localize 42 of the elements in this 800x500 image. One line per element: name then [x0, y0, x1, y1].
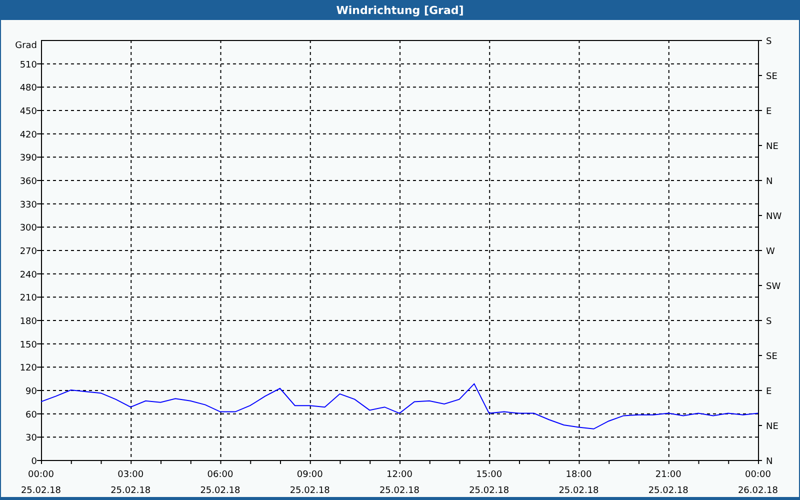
- y-tick-label: 270: [20, 247, 37, 257]
- y-tick-label: 420: [20, 130, 37, 140]
- x-tick-label: 00:00 25.02.18: [20, 470, 62, 496]
- compass-label: S: [766, 317, 772, 327]
- y-tick-label: 0: [31, 457, 37, 467]
- compass-label: NE: [766, 142, 778, 152]
- x-tick-label: 21:00 25.02.18: [648, 470, 688, 496]
- window-title: Windrichtung [Grad]: [336, 4, 464, 16]
- compass-label: SE: [766, 352, 778, 362]
- x-tick-label: 09:00 25.02.18: [290, 470, 330, 496]
- compass-label: SE: [766, 72, 778, 82]
- y-tick-label: 300: [20, 224, 37, 234]
- y-tick-label: 150: [20, 340, 37, 350]
- y-tick-label: 330: [20, 200, 37, 210]
- y-tick-label: 510: [20, 60, 37, 70]
- compass-label: S: [766, 37, 772, 47]
- x-tick-label: 12:00 25.02.18: [379, 470, 420, 496]
- compass-label: W: [766, 247, 775, 257]
- y-tick-label: 30: [26, 434, 37, 444]
- compass-label: NW: [766, 212, 782, 222]
- y-tick-label: 120: [20, 364, 37, 374]
- x-tick-label: 18:00 25.02.18: [558, 470, 599, 496]
- y-tick-label: 450: [20, 107, 37, 117]
- compass-label: SW: [766, 282, 781, 292]
- y-tick-label: 180: [20, 317, 37, 327]
- x-tick-label: 06:00 25.02.18: [200, 470, 240, 496]
- y-tick-label: 240: [20, 270, 37, 280]
- x-tick-label: 15:00 25.02.18: [469, 470, 510, 496]
- y-tick-label: 390: [20, 154, 37, 164]
- compass-label: NE: [766, 422, 778, 432]
- compass-label: N: [766, 177, 773, 187]
- x-tick-label: 00:00 26.02.18: [738, 470, 778, 496]
- y-tick-label: 90: [26, 387, 37, 397]
- y-axis-title: Grad: [15, 41, 37, 51]
- y-tick-label: 360: [20, 177, 37, 187]
- y-tick-label: 60: [26, 410, 37, 420]
- compass-label: E: [766, 387, 772, 397]
- y-tick-label: 480: [20, 84, 37, 94]
- compass-label: N: [766, 457, 773, 467]
- compass-label: E: [766, 107, 772, 117]
- x-tick-label: 03:00 25.02.18: [110, 470, 151, 496]
- y-tick-label: 210: [20, 294, 37, 304]
